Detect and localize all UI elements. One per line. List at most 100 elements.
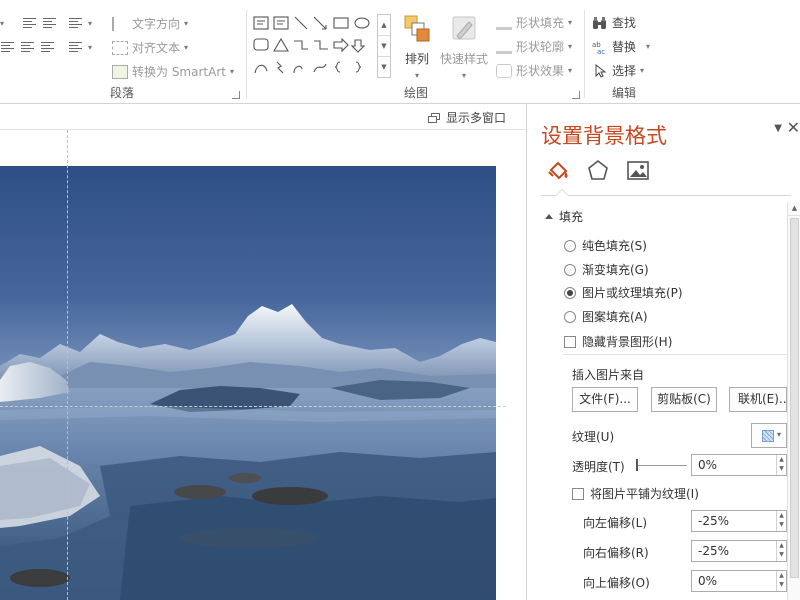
transparency-input[interactable]: 0% ▲ ▼: [691, 454, 787, 476]
active-tab-pointer: [555, 189, 569, 196]
paint-bucket-icon: [496, 16, 512, 30]
shape-outline-button[interactable]: 形状轮廓 ▾: [496, 38, 572, 55]
convert-smartart-label: 转换为 SmartArt: [132, 65, 226, 79]
chevron-down-icon: ▾: [568, 18, 573, 27]
file-button[interactable]: 文件(F)...: [572, 387, 638, 412]
transparency-slider-thumb[interactable]: [636, 459, 638, 471]
checkbox[interactable]: [564, 335, 576, 348]
text-direction-button[interactable]: 文字方向 ▾: [112, 15, 188, 32]
align-center-icon[interactable]: [0, 40, 16, 54]
drawing-group-label: 绘图: [403, 86, 428, 100]
vertical-guide-line: [67, 130, 68, 600]
fill-section-header[interactable]: 填充: [545, 208, 583, 225]
radio-button[interactable]: [564, 239, 576, 252]
online-button[interactable]: 联机(E)...: [729, 387, 787, 412]
gallery-more-icon[interactable]: ▼: [378, 57, 390, 78]
transparency-value: 0%: [698, 458, 718, 472]
pane-options-icon[interactable]: ▼: [774, 123, 782, 134]
tile-picture-label: 将图片平铺为纹理(I): [590, 487, 699, 501]
arrange-button[interactable]: 排列 ▾: [400, 14, 434, 81]
text-direction-icon: [112, 16, 128, 31]
pattern-fill-label: 图案填充(A): [582, 310, 648, 324]
columns-icon[interactable]: [68, 40, 84, 54]
offset-right-input[interactable]: -25% ▲ ▼: [691, 540, 787, 562]
hide-background-graphics-option[interactable]: 隐藏背景图形(H): [564, 333, 672, 350]
clipboard-button[interactable]: 剪贴板(C): [651, 387, 717, 412]
binoculars-icon: [593, 16, 606, 29]
effects-icon: [496, 63, 512, 78]
chevron-down-icon: ▾: [0, 18, 5, 28]
justify-icon[interactable]: [40, 40, 56, 54]
line-spacing-icon[interactable]: [68, 16, 84, 30]
radio-button[interactable]: [564, 310, 576, 323]
replace-button[interactable]: ab ac 替换 ▾: [592, 38, 650, 55]
workspace-divider: [0, 129, 526, 130]
select-button[interactable]: 选择 ▾: [592, 62, 644, 79]
checkbox[interactable]: [572, 487, 584, 500]
alignment-controls[interactable]: ▾: [0, 40, 92, 54]
show-multiple-windows-button[interactable]: 显示多窗口: [427, 109, 506, 126]
offset-left-label: 向左偏移(L): [583, 516, 648, 530]
decrease-indent-icon[interactable]: [22, 16, 38, 30]
multiple-windows-icon: [427, 112, 441, 123]
solid-fill-option[interactable]: 纯色填充(S): [564, 237, 647, 254]
close-icon[interactable]: ✕: [787, 118, 800, 137]
pane-scrollbar[interactable]: ▲: [787, 202, 800, 600]
show-multiple-windows-label: 显示多窗口: [445, 111, 506, 125]
editing-group-label: 编辑: [611, 86, 636, 100]
picture-tab[interactable]: [625, 158, 651, 184]
align-text-button[interactable]: 对齐文本 ▾: [112, 39, 188, 56]
fill-tab[interactable]: [545, 158, 571, 184]
paragraph-group: ▾ ▾ ▾ 文字方向 ▾ 对齐文本 ▾ 转换为 SmartArt ▾ 段落: [0, 8, 244, 103]
solid-fill-label: 纯色填充(S): [582, 239, 647, 253]
gradient-fill-option[interactable]: 渐变填充(G): [564, 261, 649, 278]
chevron-down-icon: ▾: [88, 42, 93, 52]
chevron-down-icon: ▾: [229, 67, 234, 76]
smartart-icon: [112, 64, 128, 79]
offset-left-input[interactable]: -25% ▲ ▼: [691, 510, 787, 532]
offset-top-input[interactable]: 0% ▲ ▼: [691, 570, 787, 592]
indent-controls[interactable]: ▾ ▾: [0, 16, 92, 30]
quick-styles-button[interactable]: 快速样式 ▾: [438, 14, 490, 81]
slide-canvas[interactable]: [0, 166, 496, 600]
paragraph-group-label: 段落: [109, 86, 134, 100]
align-right-icon[interactable]: [20, 40, 36, 54]
spinner-arrows-icon[interactable]: ▲ ▼: [776, 541, 786, 561]
chevron-down-icon: ▾: [646, 42, 651, 51]
offset-left-value: -25%: [698, 514, 730, 528]
tile-picture-option[interactable]: 将图片平铺为纹理(I): [572, 485, 699, 502]
radio-button[interactable]: [564, 263, 576, 276]
spinner-arrows-icon[interactable]: ▲ ▼: [776, 511, 786, 531]
picture-texture-fill-option[interactable]: 图片或纹理填充(P): [564, 284, 683, 301]
group-divider: [246, 10, 247, 98]
ribbon: ▾ ▾ ▾ 文字方向 ▾ 对齐文本 ▾ 转换为 SmartArt ▾ 段落 绘图…: [0, 0, 800, 104]
slide-workspace: 显示多窗口: [0, 104, 526, 600]
scroll-up-icon[interactable]: ▲: [788, 202, 800, 216]
drawing-dialog-launcher[interactable]: [572, 91, 580, 99]
offset-top-label: 向上偏移(O): [583, 576, 650, 590]
select-label: 选择: [612, 64, 637, 78]
texture-picker[interactable]: ▾: [751, 423, 787, 448]
section-divider: [563, 354, 787, 355]
spinner-arrows-icon[interactable]: ▲ ▼: [776, 571, 786, 591]
chevron-down-icon: ▾: [184, 43, 189, 52]
increase-indent-icon[interactable]: [42, 16, 58, 30]
shape-outline-label: 形状轮廓: [516, 40, 565, 54]
radio-button-selected[interactable]: [564, 286, 576, 299]
shape-fill-button[interactable]: 形状填充 ▾: [496, 14, 572, 31]
shapes-gallery[interactable]: [252, 14, 376, 78]
convert-smartart-button[interactable]: 转换为 SmartArt ▾: [112, 63, 234, 80]
spinner-arrows-icon[interactable]: ▲ ▼: [776, 455, 786, 475]
transparency-slider-track[interactable]: [637, 465, 687, 466]
paragraph-dialog-launcher[interactable]: [232, 91, 240, 99]
shapes-gallery-scroll[interactable]: ▲ ▼ ▼: [377, 14, 391, 78]
pattern-fill-option[interactable]: 图案填充(A): [564, 308, 648, 325]
find-button[interactable]: 查找: [592, 14, 636, 31]
gallery-up-icon[interactable]: ▲: [378, 15, 390, 36]
effects-tab[interactable]: [585, 158, 611, 184]
shapes-gallery-icons: [253, 16, 370, 74]
shape-effects-button[interactable]: 形状效果 ▾: [496, 62, 572, 79]
scrollbar-thumb[interactable]: [790, 218, 799, 578]
chevron-down-icon: ▾: [461, 71, 466, 80]
gallery-down-icon[interactable]: ▼: [378, 36, 390, 57]
